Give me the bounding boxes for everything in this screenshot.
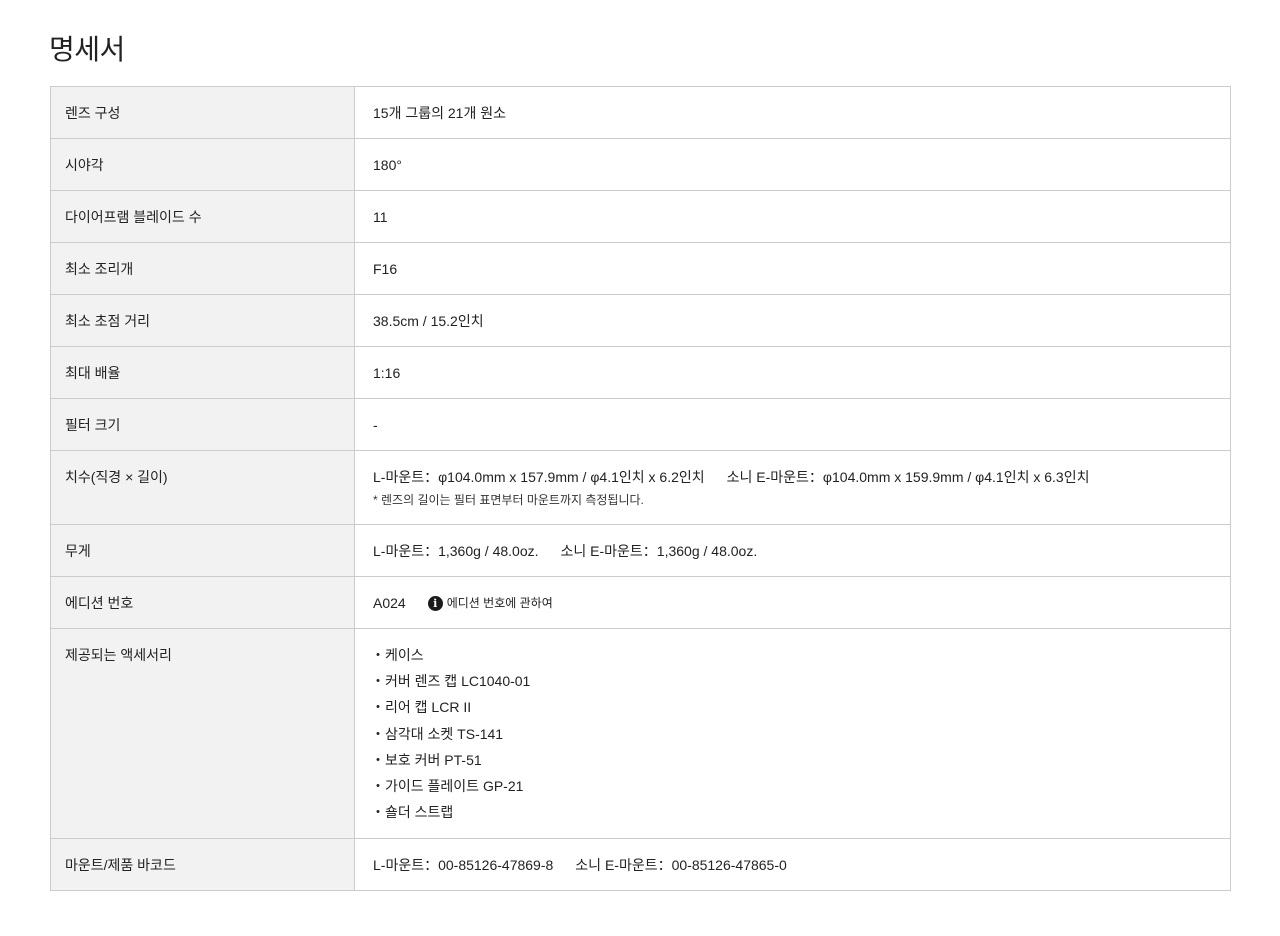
spec-label: 최대 배율 xyxy=(50,346,355,399)
accessory-label: 커버 렌즈 캡 LC1040-01 xyxy=(385,673,531,690)
spec-value: 1:16 xyxy=(354,346,1231,399)
page-title: 명세서 xyxy=(49,34,125,65)
spec-value: L-마운트：00-85126-47869-8 소니 E-마운트：00-85126-… xyxy=(354,838,1231,891)
table-row: 제공되는 액세서리 ・케이스 ・커버 렌즈 캡 LC1040-01 ・리어 캡 … xyxy=(50,628,1231,839)
dimensions-l-mount: L-마운트：φ104.0mm x 157.9mm / φ4.1인치 x 6.2인… xyxy=(373,469,705,485)
spec-label: 마운트/제품 바코드 xyxy=(50,838,355,891)
weight-sony-e: 소니 E-마운트：1,360g / 48.0oz. xyxy=(560,543,758,559)
table-row: 렌즈 구성 15개 그룹의 21개 원소 xyxy=(50,86,1231,139)
list-item: ・케이스 xyxy=(371,646,1230,664)
spec-label: 다이어프램 블레이드 수 xyxy=(50,190,355,243)
bullet: ・ xyxy=(371,777,385,794)
table-row: 에디션 번호 A024 i 에디션 번호에 관하여 xyxy=(50,576,1231,629)
spec-label: 최소 조리개 xyxy=(50,242,355,295)
spec-label: 최소 초점 거리 xyxy=(50,294,355,347)
spec-label: 필터 크기 xyxy=(50,398,355,451)
spec-label: 제공되는 액세서리 xyxy=(50,628,355,839)
info-icon[interactable]: i xyxy=(427,596,443,611)
table-row: 필터 크기 - xyxy=(50,398,1231,451)
accessory-label: 케이스 xyxy=(385,647,424,663)
list-item: ・삼각대 소켓 TS-141 xyxy=(371,725,1230,743)
list-item: ・가이드 플레이트 GP-21 xyxy=(371,777,1230,795)
spec-label: 렌즈 구성 xyxy=(50,86,355,139)
spec-value: 15개 그룹의 21개 원소 xyxy=(354,86,1231,139)
bullet: ・ xyxy=(371,673,385,690)
table-row: 마운트/제품 바코드 L-마운트：00-85126-47869-8 소니 E-마운… xyxy=(50,838,1231,891)
table-row: 시야각 180° xyxy=(50,138,1231,191)
spec-table: 렌즈 구성 15개 그룹의 21개 원소 시야각 180° 다이어프램 블레이드… xyxy=(50,86,1231,891)
spec-value: L-마운트：φ104.0mm x 157.9mm / φ4.1인치 x 6.2인… xyxy=(354,450,1231,525)
list-item: ・커버 렌즈 캡 LC1040-01 xyxy=(371,672,1230,690)
accessory-label: 숄더 스트랩 xyxy=(385,804,454,821)
table-row: 다이어프램 블레이드 수 11 xyxy=(50,190,1231,243)
list-item: ・숄더 스트랩 xyxy=(371,803,1230,821)
spec-label: 시야각 xyxy=(50,138,355,191)
bullet: ・ xyxy=(371,804,385,821)
barcode-l-mount: L-마운트：00-85126-47869-8 xyxy=(373,857,554,873)
accessory-label: 가이드 플레이트 GP-21 xyxy=(385,777,524,794)
spec-value: A024 i 에디션 번호에 관하여 xyxy=(354,576,1231,629)
table-row: 최대 배율 1:16 xyxy=(50,346,1231,399)
spec-value: L-마운트：1,360g / 48.0oz. 소니 E-마운트：1,360g / … xyxy=(354,524,1231,577)
dimensions-line: L-마운트：φ104.0mm x 157.9mm / φ4.1인치 x 6.2인… xyxy=(373,468,1230,486)
list-item: ・리어 캡 LCR II xyxy=(371,698,1230,716)
spec-value: - xyxy=(354,398,1231,451)
bullet: ・ xyxy=(371,725,385,742)
bullet: ・ xyxy=(371,699,385,716)
spec-label: 무게 xyxy=(50,524,355,577)
accessory-label: 보호 커버 PT-51 xyxy=(385,751,482,768)
spec-label: 에디션 번호 xyxy=(50,576,355,629)
dimensions-note: * 렌즈의 길이는 필터 표면부터 마운트까지 측정됩니다. xyxy=(373,493,644,507)
edition-number: A024 xyxy=(373,595,406,611)
accessory-list: ・케이스 ・커버 렌즈 캡 LC1040-01 ・리어 캡 LCR II ・삼각… xyxy=(371,646,1230,821)
table-row: 무게 L-마운트：1,360g / 48.0oz. 소니 E-마운트：1,360g… xyxy=(50,524,1231,577)
table-row: 치수(직경 × 길이) L-마운트：φ104.0mm x 157.9mm / φ… xyxy=(50,450,1231,525)
barcode-sony-e: 소니 E-마운트：00-85126-47865-0 xyxy=(575,857,787,873)
dimensions-sony-e: 소니 E-마운트：φ104.0mm x 159.9mm / φ4.1인치 x 6… xyxy=(726,469,1090,485)
accessory-label: 삼각대 소켓 TS-141 xyxy=(385,725,504,742)
table-row: 최소 조리개 F16 xyxy=(50,242,1231,295)
table-row: 최소 초점 거리 38.5cm / 15.2인치 xyxy=(50,294,1231,347)
bullet: ・ xyxy=(371,751,385,768)
spec-value: 11 xyxy=(354,190,1231,243)
edition-info-link[interactable]: 에디션 번호에 관하여 xyxy=(447,596,553,610)
spec-value: F16 xyxy=(354,242,1231,295)
list-item: ・보호 커버 PT-51 xyxy=(371,751,1230,769)
weight-l-mount: L-마운트：1,360g / 48.0oz. xyxy=(373,543,539,559)
spec-value: 38.5cm / 15.2인치 xyxy=(354,294,1231,347)
spec-value: 180° xyxy=(354,138,1231,191)
spec-label: 치수(직경 × 길이) xyxy=(50,450,355,525)
spec-value: ・케이스 ・커버 렌즈 캡 LC1040-01 ・리어 캡 LCR II ・삼각… xyxy=(354,628,1231,839)
accessory-label: 리어 캡 LCR II xyxy=(385,699,472,716)
bullet: ・ xyxy=(371,647,385,663)
